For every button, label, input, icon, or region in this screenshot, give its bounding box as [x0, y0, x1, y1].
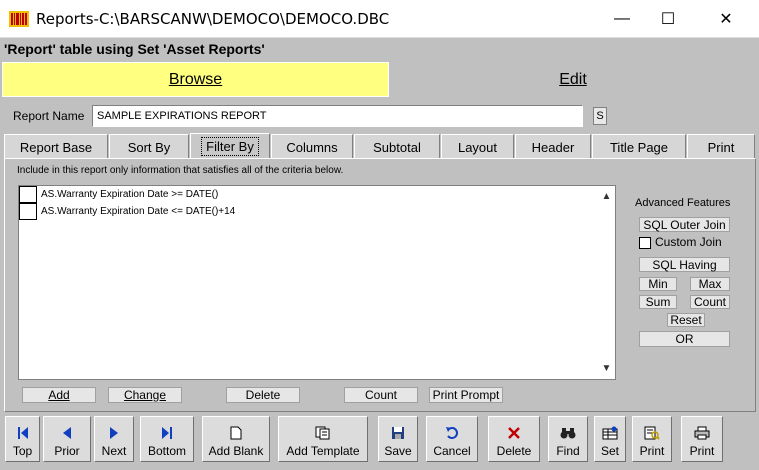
first-record-icon	[17, 425, 29, 441]
criteria-instructions: Include in this report only information …	[17, 165, 344, 176]
tab-report-base[interactable]: Report Base	[4, 134, 108, 159]
tab-title-page[interactable]: Title Page	[592, 134, 686, 159]
vertical-scrollbar[interactable]: ▲ ▼	[598, 186, 615, 379]
floppy-disk-icon	[391, 425, 405, 441]
custom-join-label: Custom Join	[655, 235, 722, 249]
last-record-icon	[161, 425, 173, 441]
sql-having-button[interactable]: SQL Having	[639, 257, 730, 272]
save-button[interactable]: Save	[378, 416, 418, 462]
tab-subtotal[interactable]: Subtotal	[354, 134, 440, 159]
max-button[interactable]: Max	[690, 277, 730, 291]
undo-icon	[445, 425, 459, 441]
add-template-button[interactable]: Add Template	[278, 416, 368, 462]
add-blank-button[interactable]: Add Blank	[202, 416, 270, 462]
criteria-text: AS.Warranty Expiration Date >= DATE()	[41, 189, 219, 200]
custom-join-checkbox[interactable]	[639, 237, 651, 249]
count-button[interactable]: Count	[344, 387, 418, 403]
tab-header[interactable]: Header	[515, 134, 591, 159]
criteria-text: AS.Warranty Expiration Date <= DATE()+14	[41, 206, 236, 217]
report-tabs: Report Base Sort By Filter By Columns Su…	[4, 133, 756, 159]
tab-filter-by[interactable]: Filter By	[190, 133, 270, 159]
edit-tab[interactable]: Edit	[390, 62, 756, 97]
print-preview-button[interactable]: Print	[632, 416, 672, 462]
change-criteria-button[interactable]: Change	[108, 387, 182, 403]
title-bar: Reports-C:\BARSCANW\DEMOCO\DEMOCO.DBC — …	[0, 0, 759, 38]
cancel-button[interactable]: Cancel	[426, 416, 478, 462]
find-button[interactable]: Find	[548, 416, 588, 462]
delete-criteria-button[interactable]: Delete	[226, 387, 300, 403]
navigation-toolbar: Top Prior Next Bottom Add Blank Add Temp…	[0, 414, 759, 470]
delete-x-icon	[507, 425, 521, 441]
tab-print[interactable]: Print	[687, 134, 755, 159]
template-icon	[315, 425, 331, 441]
or-button[interactable]: OR	[639, 331, 730, 347]
previous-icon	[62, 425, 72, 441]
sum-button[interactable]: Sum	[639, 295, 677, 309]
next-button[interactable]: Next	[94, 416, 134, 462]
print-prompt-button[interactable]: Print Prompt	[429, 387, 503, 403]
scroll-up-icon[interactable]: ▲	[598, 188, 615, 205]
criteria-checkbox[interactable]	[19, 186, 37, 203]
reset-button[interactable]: Reset	[667, 313, 705, 327]
report-name-input[interactable]: SAMPLE EXPIRATIONS REPORT	[92, 105, 583, 127]
bottom-button[interactable]: Bottom	[140, 416, 194, 462]
tab-sort-by[interactable]: Sort By	[109, 134, 189, 159]
print-button[interactable]: Print	[681, 416, 723, 462]
top-button[interactable]: Top	[5, 416, 40, 462]
close-button[interactable]: ✕	[703, 0, 749, 38]
window-title: Reports-C:\BARSCANW\DEMOCO\DEMOCO.DBC	[36, 10, 390, 28]
sql-outer-join-button[interactable]: SQL Outer Join	[639, 217, 730, 232]
filter-by-panel: Include in this report only information …	[4, 158, 756, 412]
minimize-button[interactable]: —	[599, 0, 645, 38]
next-icon	[109, 425, 119, 441]
table-set-caption: 'Report' table using Set 'Asset Reports'	[4, 41, 265, 57]
count-advanced-button[interactable]: Count	[690, 295, 730, 309]
list-item[interactable]: AS.Warranty Expiration Date <= DATE()+14	[19, 203, 235, 220]
scroll-down-icon[interactable]: ▼	[598, 360, 615, 377]
delete-button[interactable]: Delete	[488, 416, 540, 462]
blank-page-icon	[230, 425, 242, 441]
list-item[interactable]: AS.Warranty Expiration Date >= DATE()	[19, 186, 218, 203]
prior-button[interactable]: Prior	[43, 416, 91, 462]
criteria-list[interactable]: AS.Warranty Expiration Date >= DATE() AS…	[18, 185, 616, 380]
print-preview-icon	[644, 425, 660, 441]
report-name-label: Report Name	[13, 109, 85, 123]
add-criteria-button[interactable]: Add	[22, 387, 96, 403]
barcode-app-icon	[9, 11, 29, 27]
s-button[interactable]: S	[593, 107, 607, 125]
set-grid-icon	[602, 425, 618, 441]
min-button[interactable]: Min	[639, 277, 677, 291]
maximize-button[interactable]: ☐	[645, 0, 691, 38]
binoculars-icon	[560, 425, 576, 441]
criteria-checkbox[interactable]	[19, 203, 37, 220]
set-button[interactable]: Set	[594, 416, 626, 462]
view-switcher: Browse Edit	[0, 62, 759, 98]
advanced-features-title: Advanced Features	[635, 197, 731, 209]
printer-icon	[694, 425, 710, 441]
tab-columns[interactable]: Columns	[271, 134, 353, 159]
tab-layout[interactable]: Layout	[441, 134, 514, 159]
browse-tab[interactable]: Browse	[2, 62, 389, 97]
